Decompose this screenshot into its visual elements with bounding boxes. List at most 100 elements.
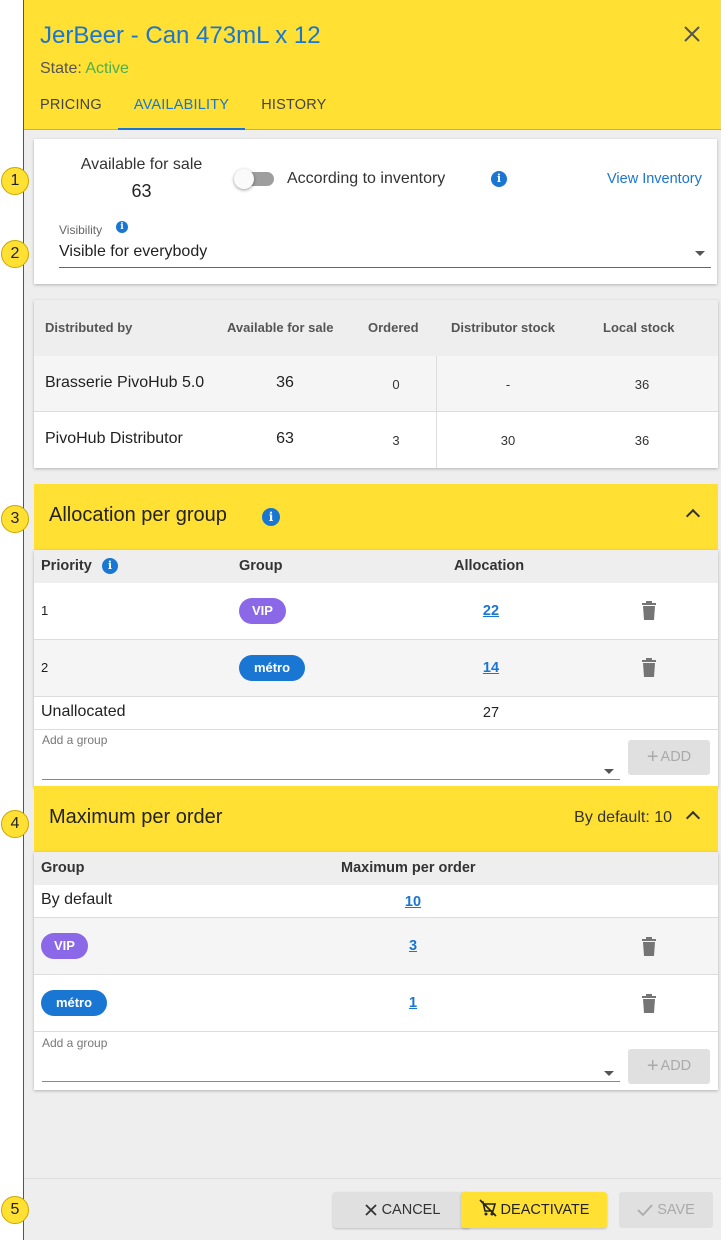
tab-pricing[interactable]: PRICING bbox=[24, 84, 118, 130]
column-header-allocation: Allocation bbox=[454, 558, 525, 574]
add-group-select[interactable] bbox=[42, 758, 620, 780]
group-chip-metro[interactable]: métro bbox=[239, 655, 305, 681]
column-header-group: Group bbox=[239, 558, 283, 574]
panel-header: JerBeer - Can 473mL x 12 State: Active P… bbox=[24, 0, 721, 130]
column-divider bbox=[436, 356, 437, 412]
callout-4: 4 bbox=[1, 810, 29, 838]
table-row: VIP 3 bbox=[34, 918, 718, 975]
add-button-label: ADD bbox=[660, 1058, 692, 1074]
plus-icon: + bbox=[646, 746, 659, 768]
column-header-max: Maximum per order bbox=[341, 860, 476, 876]
callout-2: 2 bbox=[1, 240, 29, 268]
plus-icon: + bbox=[646, 1055, 659, 1077]
add-group-button[interactable]: + ADD bbox=[628, 740, 710, 775]
inventory-toggle-label: According to inventory bbox=[287, 170, 446, 187]
tab-bar: PRICING AVAILABILITY HISTORY bbox=[24, 84, 343, 130]
column-header: Local stock bbox=[603, 320, 675, 335]
check-icon bbox=[637, 1204, 653, 1217]
distributor-stock: 30 bbox=[500, 433, 516, 448]
visibility-info-icon[interactable]: i bbox=[116, 221, 128, 233]
column-header-priority: Priority bbox=[41, 558, 92, 574]
distributor-name: PivoHub Distributor bbox=[45, 430, 183, 447]
distributor-available: 63 bbox=[276, 430, 294, 447]
distributor-stock: - bbox=[505, 377, 511, 392]
allocation-table-header: Priority i Group Allocation bbox=[34, 550, 718, 583]
visibility-select[interactable]: Visible for everybody bbox=[59, 241, 711, 268]
group-chip-vip[interactable]: VIP bbox=[41, 933, 88, 959]
max-per-order-table-header: Group Maximum per order bbox=[34, 852, 718, 885]
column-header: Ordered bbox=[368, 320, 419, 335]
local-stock: 36 bbox=[634, 377, 650, 392]
close-icon[interactable] bbox=[678, 20, 706, 48]
caret-down-icon bbox=[604, 769, 614, 774]
product-title: JerBeer - Can 473mL x 12 bbox=[40, 22, 321, 49]
max-value-link[interactable]: 3 bbox=[393, 938, 433, 954]
local-stock: 36 bbox=[634, 433, 650, 448]
default-max-link[interactable]: 10 bbox=[393, 894, 433, 910]
max-per-order-section-header[interactable]: Maximum per order By default: 10 bbox=[34, 786, 718, 852]
distributors-table-header: Distributed by Available for sale Ordere… bbox=[34, 300, 718, 356]
cancel-label: CANCEL bbox=[381, 1202, 441, 1218]
deactivate-button[interactable]: DEACTIVATE bbox=[461, 1192, 607, 1228]
distributor-ordered: 0 bbox=[392, 377, 400, 392]
distributors-table: Distributed by Available for sale Ordere… bbox=[34, 300, 718, 468]
trash-icon[interactable] bbox=[641, 994, 657, 1013]
max-per-order-table: Group Maximum per order By default 10 VI… bbox=[34, 852, 718, 1090]
save-button[interactable]: SAVE bbox=[619, 1192, 713, 1228]
table-row: 1 VIP 22 bbox=[34, 583, 718, 640]
close-icon bbox=[364, 1204, 377, 1216]
max-value-link[interactable]: 1 bbox=[393, 995, 433, 1011]
chevron-up-icon[interactable] bbox=[685, 810, 701, 826]
group-chip-vip[interactable]: VIP bbox=[239, 598, 286, 624]
add-group-select[interactable] bbox=[42, 1060, 620, 1082]
add-group-label: Add a group bbox=[42, 733, 108, 747]
deactivate-label: DEACTIVATE bbox=[500, 1202, 590, 1218]
save-label: SAVE bbox=[657, 1202, 695, 1218]
column-header: Distributor stock bbox=[451, 320, 556, 335]
distributor-ordered: 3 bbox=[392, 433, 400, 448]
group-chip-metro[interactable]: métro bbox=[41, 990, 107, 1016]
allocation-table: Priority i Group Allocation 1 VIP 22 2 m… bbox=[34, 550, 718, 788]
tab-availability[interactable]: AVAILABILITY bbox=[117, 84, 246, 130]
column-divider bbox=[436, 412, 437, 468]
product-panel: JerBeer - Can 473mL x 12 State: Active P… bbox=[23, 0, 721, 1240]
cancel-button[interactable]: CANCEL bbox=[333, 1192, 471, 1228]
available-for-sale-label: Available for sale bbox=[80, 156, 203, 173]
max-per-order-default-summary: By default: 10 bbox=[574, 809, 672, 826]
unallocated-row: Unallocated 27 bbox=[34, 697, 718, 730]
allocation-info-icon[interactable]: i bbox=[262, 508, 280, 526]
priority-info-icon[interactable]: i bbox=[102, 558, 118, 574]
add-group-button[interactable]: + ADD bbox=[628, 1049, 710, 1084]
allocation-value-link[interactable]: 14 bbox=[471, 660, 511, 676]
inventory-toggle[interactable] bbox=[234, 169, 274, 189]
trash-icon[interactable] bbox=[641, 601, 657, 620]
trash-icon[interactable] bbox=[641, 937, 657, 956]
availability-card: Available for sale 63 According to inven… bbox=[34, 139, 717, 284]
default-label: By default bbox=[41, 891, 113, 908]
tab-history[interactable]: HISTORY bbox=[245, 84, 342, 130]
info-icon[interactable]: i bbox=[491, 171, 507, 187]
caret-down-icon bbox=[695, 251, 705, 256]
column-header: Distributed by bbox=[45, 320, 133, 335]
table-row: PivoHub Distributor 63 3 30 36 bbox=[34, 412, 718, 468]
allocation-section-header[interactable]: Allocation per group i bbox=[34, 484, 718, 550]
column-header-group: Group bbox=[41, 860, 85, 876]
column-header: Available for sale bbox=[227, 320, 334, 335]
trash-icon[interactable] bbox=[641, 658, 657, 677]
allocation-value-link[interactable]: 22 bbox=[471, 603, 511, 619]
callout-5: 5 bbox=[1, 1196, 29, 1224]
table-row: Brasserie PivoHub 5.0 36 0 - 36 bbox=[34, 356, 718, 412]
unallocated-label: Unallocated bbox=[41, 703, 126, 720]
priority-value: 2 bbox=[41, 660, 49, 675]
state-label: State: bbox=[40, 60, 82, 77]
max-per-order-title: Maximum per order bbox=[49, 806, 223, 828]
unallocated-value: 27 bbox=[482, 705, 500, 721]
table-row: By default 10 bbox=[34, 885, 718, 918]
distributor-name: Brasserie PivoHub 5.0 bbox=[45, 374, 205, 391]
view-inventory-link[interactable]: View Inventory bbox=[607, 171, 702, 187]
chevron-up-icon[interactable] bbox=[685, 508, 701, 524]
add-button-label: ADD bbox=[660, 749, 692, 765]
remove-cart-icon bbox=[478, 1199, 497, 1217]
available-for-sale-value: 63 bbox=[131, 181, 152, 201]
state-value: Active bbox=[85, 60, 129, 77]
